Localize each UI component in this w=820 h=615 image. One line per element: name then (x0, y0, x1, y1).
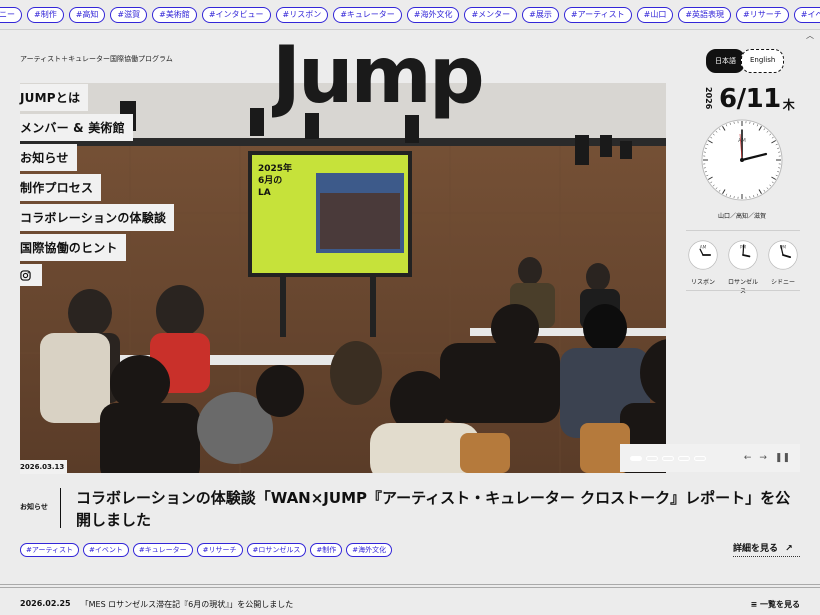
tagline: アーティスト＋キュレーター国際協働プログラム (20, 55, 173, 63)
slider-dot[interactable] (646, 455, 658, 461)
lang-en-button[interactable]: English (741, 49, 785, 73)
tag-chip[interactable]: ニー (0, 6, 22, 23)
tag-chip[interactable]: #山口 (636, 6, 674, 23)
slider-controls: ← → ❚❚ (620, 444, 800, 472)
date-year: 2026 (704, 87, 713, 110)
nav-item[interactable]: 国際協働のヒント (20, 234, 126, 261)
pause-icon[interactable]: ❚❚ (775, 453, 790, 463)
nav-item[interactable]: お知らせ (20, 144, 77, 171)
tag-chip[interactable]: #リスボン (275, 6, 329, 23)
mini-clock: AM リスボン (686, 240, 720, 286)
post-tag[interactable]: #イベント (83, 543, 129, 557)
nav-item[interactable]: コラボレーションの体験談 (20, 204, 175, 231)
mini-clock: PMロサンゼルス (726, 240, 760, 295)
tag-chip[interactable]: #イベント (793, 6, 820, 23)
date-display: 2026 6/11 木 (704, 84, 795, 114)
nav-item[interactable]: JUMPとは (20, 84, 89, 111)
tag-ticker: ニー #制作 #高知 #滋賀 #美術館 #インタビュー #リスボン #キュレーター #海外文化 #… (0, 0, 820, 30)
post-tag[interactable]: #アーティスト (20, 543, 80, 557)
news-item[interactable]: 2026.02.25 「MES ロサンゼルス滞在記『6月の現状』」を公開しました (20, 599, 293, 610)
logo-text: Jump (272, 40, 482, 120)
screen-year: 2025年 (258, 162, 292, 174)
tag-chip[interactable]: #滋賀 (110, 6, 148, 23)
news-all-label: 一覧を見る (760, 600, 800, 609)
post-tag[interactable]: #ロサンゼルス (246, 543, 307, 557)
post-date: 2026.03.13 (20, 460, 68, 474)
jump-logo[interactable]: Jump (267, 31, 548, 124)
post-tag[interactable]: #海外文化 (346, 543, 393, 557)
main-clock: AM (700, 118, 784, 206)
next-arrow-icon[interactable]: → (759, 453, 767, 463)
news-all-link[interactable]: ≡ 一覧を見る (751, 599, 801, 610)
slider-dot[interactable] (630, 455, 642, 461)
tag-chip[interactable]: #制作 (27, 6, 64, 23)
tag-chip[interactable]: #美術館 (152, 6, 197, 23)
scroll-up-icon[interactable]: ︿ (802, 32, 818, 40)
post-tag[interactable]: #キュレーター (132, 543, 193, 557)
screen-city: LA (258, 188, 271, 198)
rule (0, 584, 820, 585)
screen-month: 6月の (258, 175, 282, 186)
post-divider (60, 488, 61, 528)
clock-divider (686, 230, 800, 231)
post-tags: #アーティスト #イベント #キュレーター #リサーチ #ロサンゼルス #制作 #海外文化 (20, 543, 393, 557)
nav-item[interactable]: 制作プロセス (20, 174, 102, 201)
date-month-day: 6/11 (719, 84, 781, 114)
post-title[interactable]: コラボレーションの体験談「WAN×JUMP『アーティスト・キュレーター クロスト… (76, 487, 796, 531)
main-nav: JUMPとはメンバー & 美術館 お知らせ制作プロセスコラボレーションの体験談 国際… (20, 84, 175, 286)
list-icon: ≡ (750, 600, 758, 609)
lang-ja-button[interactable]: 日本語 (706, 49, 745, 73)
tag-chip[interactable]: #展示 (522, 6, 559, 23)
tag-chip[interactable]: #リサーチ (736, 6, 789, 23)
slider-nav: ← → ❚❚ (744, 453, 790, 463)
slider-dot[interactable] (694, 455, 706, 461)
tag-chip[interactable]: #メンター (464, 6, 518, 23)
date-weekday: 木 (782, 98, 795, 112)
mini-clock-label: ロサンゼルス (727, 279, 758, 295)
mini-clock-label: シドニー (770, 279, 795, 286)
rule (0, 587, 820, 588)
news-text: 「MES ロサンゼルス滞在記『6月の現状』」を公開しました (80, 600, 294, 609)
mini-clock-label: リスボン (690, 279, 715, 286)
slider-dot[interactable] (662, 455, 674, 461)
tag-chip[interactable]: #インタビュー (201, 6, 271, 23)
tag-chip[interactable]: #高知 (68, 6, 106, 23)
nav-item[interactable]: メンバー & 美術館 (20, 114, 133, 141)
language-switch: 日本語 English (706, 49, 785, 73)
post-category: お知らせ (20, 503, 48, 511)
post-tag[interactable]: #リサーチ (196, 543, 243, 557)
arrow-upright-icon: ↗ (785, 544, 793, 554)
instagram-icon[interactable] (20, 264, 42, 286)
detail-label: 詳細を見る (733, 544, 779, 554)
tag-chip[interactable]: #海外文化 (406, 6, 460, 23)
side-divider (686, 290, 800, 291)
news-date: 2026.02.25 (20, 599, 71, 608)
tag-chip[interactable]: #英語表現 (678, 6, 732, 23)
post-tag[interactable]: #制作 (310, 543, 343, 557)
detail-link[interactable]: 詳細を見る ↗ (733, 541, 793, 554)
slider-dot[interactable] (678, 455, 690, 461)
tag-chip[interactable]: #アーティスト (563, 6, 632, 23)
clock-city-label: 山口／高知／滋賀 (717, 213, 766, 220)
prev-arrow-icon[interactable]: ← (744, 453, 752, 463)
mini-clock: PM シドニー (766, 240, 800, 286)
detail-underline (733, 556, 800, 557)
slider-dots (630, 455, 706, 461)
tag-chip[interactable]: #キュレーター (333, 6, 402, 23)
